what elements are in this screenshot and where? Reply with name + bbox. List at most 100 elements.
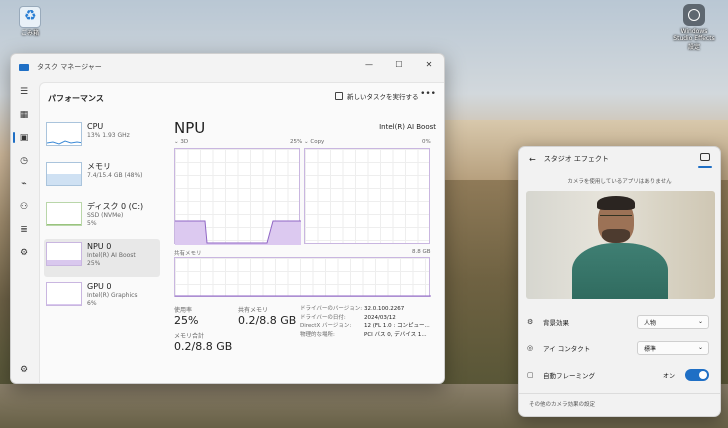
memory-sparkline	[46, 162, 82, 186]
device-name: ディスク 0 (C:)	[87, 202, 144, 211]
device-stat: Intel(R) Graphics	[87, 292, 138, 299]
eye-contact-dropdown[interactable]: 標準 ⌄	[637, 341, 709, 355]
settings-gear-icon[interactable]: ⚙	[11, 358, 37, 381]
driver-date-label: ドライバーの日付:	[300, 314, 346, 321]
processes-icon[interactable]: ▦	[11, 103, 37, 126]
performance-icon[interactable]: ▣	[11, 126, 37, 149]
memory-total-value: 0.2/8.8 GB	[174, 340, 233, 353]
device-disk[interactable]: ディスク 0 (C:) SSD (NVMe) 5%	[44, 199, 160, 237]
npu-model: Intel(R) AI Boost	[379, 123, 436, 131]
cpu-sparkline	[46, 122, 82, 146]
device-list: CPU 13% 1.93 GHz メモリ 7.4/15.4 GB (48%) デ…	[44, 119, 160, 319]
users-icon[interactable]: ⚇	[11, 195, 37, 218]
camera-icon[interactable]	[700, 153, 710, 161]
auto-framing-row: ▢ 自動フレーミング オン	[527, 366, 715, 384]
auto-framing-toggle[interactable]	[685, 369, 709, 381]
device-cpu[interactable]: CPU 13% 1.93 GHz	[44, 119, 160, 157]
device-stat: 7.4/15.4 GB (48%)	[87, 172, 143, 179]
npu-sparkline	[46, 242, 82, 266]
memory-total-stat: メモリ合計 0.2/8.8 GB	[174, 331, 232, 354]
shared-memory-stat-label: 共有メモリ	[238, 307, 269, 314]
graph-copy-pct: 0%	[422, 139, 431, 145]
run-new-task-button[interactable]: 新しいタスクを実行する	[335, 91, 419, 101]
device-name: メモリ	[87, 162, 111, 171]
auto-framing-label: 自動フレーミング	[543, 372, 595, 380]
recycle-bin-shortcut[interactable]: ごみ箱	[10, 6, 50, 37]
location-value: PCI バス 0, デバイス 1...	[364, 331, 427, 338]
preview-person-body	[572, 243, 668, 299]
graph-shared-memory	[174, 257, 431, 297]
device-stat: Intel(R) AI Boost	[87, 252, 136, 259]
device-stat: 13% 1.93 GHz	[87, 132, 130, 139]
graph-3d-pct: 25%	[290, 139, 303, 145]
studio-effects-title: スタジオ エフェクト	[543, 155, 609, 163]
graph-3d-label[interactable]: ⌄ 3D	[174, 139, 188, 145]
device-stat-2: 5%	[87, 219, 97, 227]
driver-info-labels: ドライバーのバージョン: ドライバーの日付: DirectX バージョン: 物理…	[300, 305, 362, 339]
studio-effects-shortcut-label-1: Windows Studio Effects	[673, 28, 715, 42]
camera-tab-indicator	[698, 166, 712, 168]
run-task-label: 新しいタスクを実行する	[347, 93, 419, 101]
close-button[interactable]: ✕	[414, 54, 444, 74]
device-gpu[interactable]: GPU 0 Intel(R) Graphics 6%	[44, 279, 160, 317]
device-stat: SSD (NVMe)	[87, 212, 124, 219]
shared-memory-line	[175, 295, 431, 297]
more-camera-settings-link[interactable]: その他のカメラ効果の設定	[529, 400, 595, 408]
device-memory[interactable]: メモリ 7.4/15.4 GB (48%)	[44, 159, 160, 197]
chevron-down-icon: ⌄	[697, 318, 703, 325]
eye-contact-label: アイ コンタクト	[543, 345, 591, 353]
shared-memory-label: 共有メモリ	[174, 251, 202, 257]
graph-copy	[304, 148, 430, 244]
preview-person-beard	[602, 229, 630, 243]
app-history-icon[interactable]: ◷	[11, 149, 37, 172]
back-arrow-icon[interactable]: ←	[529, 155, 536, 164]
recycle-bin-label: ごみ箱	[20, 30, 39, 37]
studio-effects-shortcut[interactable]: Windows Studio Effects 設定	[672, 4, 716, 51]
maximize-button[interactable]: ☐	[384, 54, 414, 74]
npu-detail: NPU Intel(R) AI Boost ⌄ 3D 25% ⌄ Copy 0%…	[174, 119, 436, 353]
location-label: 物理的な場所:	[300, 331, 335, 338]
preview-person-glasses	[600, 215, 632, 221]
gpu-fill	[47, 303, 81, 305]
directx-value: 12 (FL 1.0 : コンピュー...	[364, 323, 430, 329]
details-icon[interactable]: ≣	[11, 218, 37, 241]
graph-3d	[174, 148, 301, 245]
device-stat-2: 25%	[87, 259, 101, 267]
divider	[519, 393, 720, 394]
background-effect-dropdown[interactable]: 人物 ⌄	[637, 315, 709, 329]
directx-label: DirectX バージョン:	[300, 323, 352, 329]
minimize-button[interactable]: —	[354, 54, 384, 74]
run-task-icon	[335, 92, 343, 100]
eye-contact-value: 標準	[644, 345, 657, 353]
studio-effects-shortcut-label-2: 設定	[687, 44, 700, 51]
disk-sparkline	[46, 202, 82, 226]
task-manager-window: タスク マネージャー — ☐ ✕ ☰ ▦ ▣ ◷ ⌁ ⚇ ≣ ⚙ ⚙ パフォーマ…	[10, 53, 445, 384]
window-title: タスク マネージャー	[37, 63, 102, 71]
usage-stat: 使用率 25%	[174, 305, 198, 328]
hamburger-menu-icon[interactable]: ☰	[11, 80, 37, 103]
npu-fill	[47, 259, 81, 265]
shared-memory-stat: 共有メモリ 0.2/8.8 GB	[238, 305, 296, 328]
device-name: GPU 0	[87, 282, 112, 291]
driver-version-value: 32.0.100.2267	[364, 306, 405, 312]
graph-copy-label[interactable]: ⌄ Copy	[304, 139, 324, 145]
recycle-bin-icon	[19, 6, 41, 28]
studio-effects-panel: ← スタジオ エフェクト カメラを使用しているアプリはありません ⚙ 背景効果 …	[518, 146, 721, 417]
task-manager-logo-icon	[19, 63, 29, 71]
camera-status-note: カメラを使用しているアプリはありません	[567, 179, 672, 185]
shared-memory-stat-value: 0.2/8.8 GB	[238, 314, 297, 327]
startup-apps-icon[interactable]: ⌁	[11, 172, 37, 195]
background-effect-row: ⚙ 背景効果 人物 ⌄	[527, 313, 715, 331]
preview-person-hair	[597, 196, 635, 210]
usage-label: 使用率	[174, 307, 193, 314]
device-stat-2: 6%	[87, 299, 97, 307]
shared-memory-max: 8.8 GB	[412, 249, 431, 255]
more-options-button[interactable]: •••	[420, 89, 436, 99]
device-name: CPU	[87, 122, 104, 131]
driver-date-value: 2024/03/12	[364, 314, 396, 321]
device-npu[interactable]: NPU 0 Intel(R) AI Boost 25%	[44, 239, 160, 277]
services-icon[interactable]: ⚙	[11, 241, 37, 264]
disk-fill	[47, 223, 81, 225]
gpu-sparkline	[46, 282, 82, 306]
performance-panel: パフォーマンス 新しいタスクを実行する ••• CPU 13% 1.93 GHz	[39, 82, 444, 383]
